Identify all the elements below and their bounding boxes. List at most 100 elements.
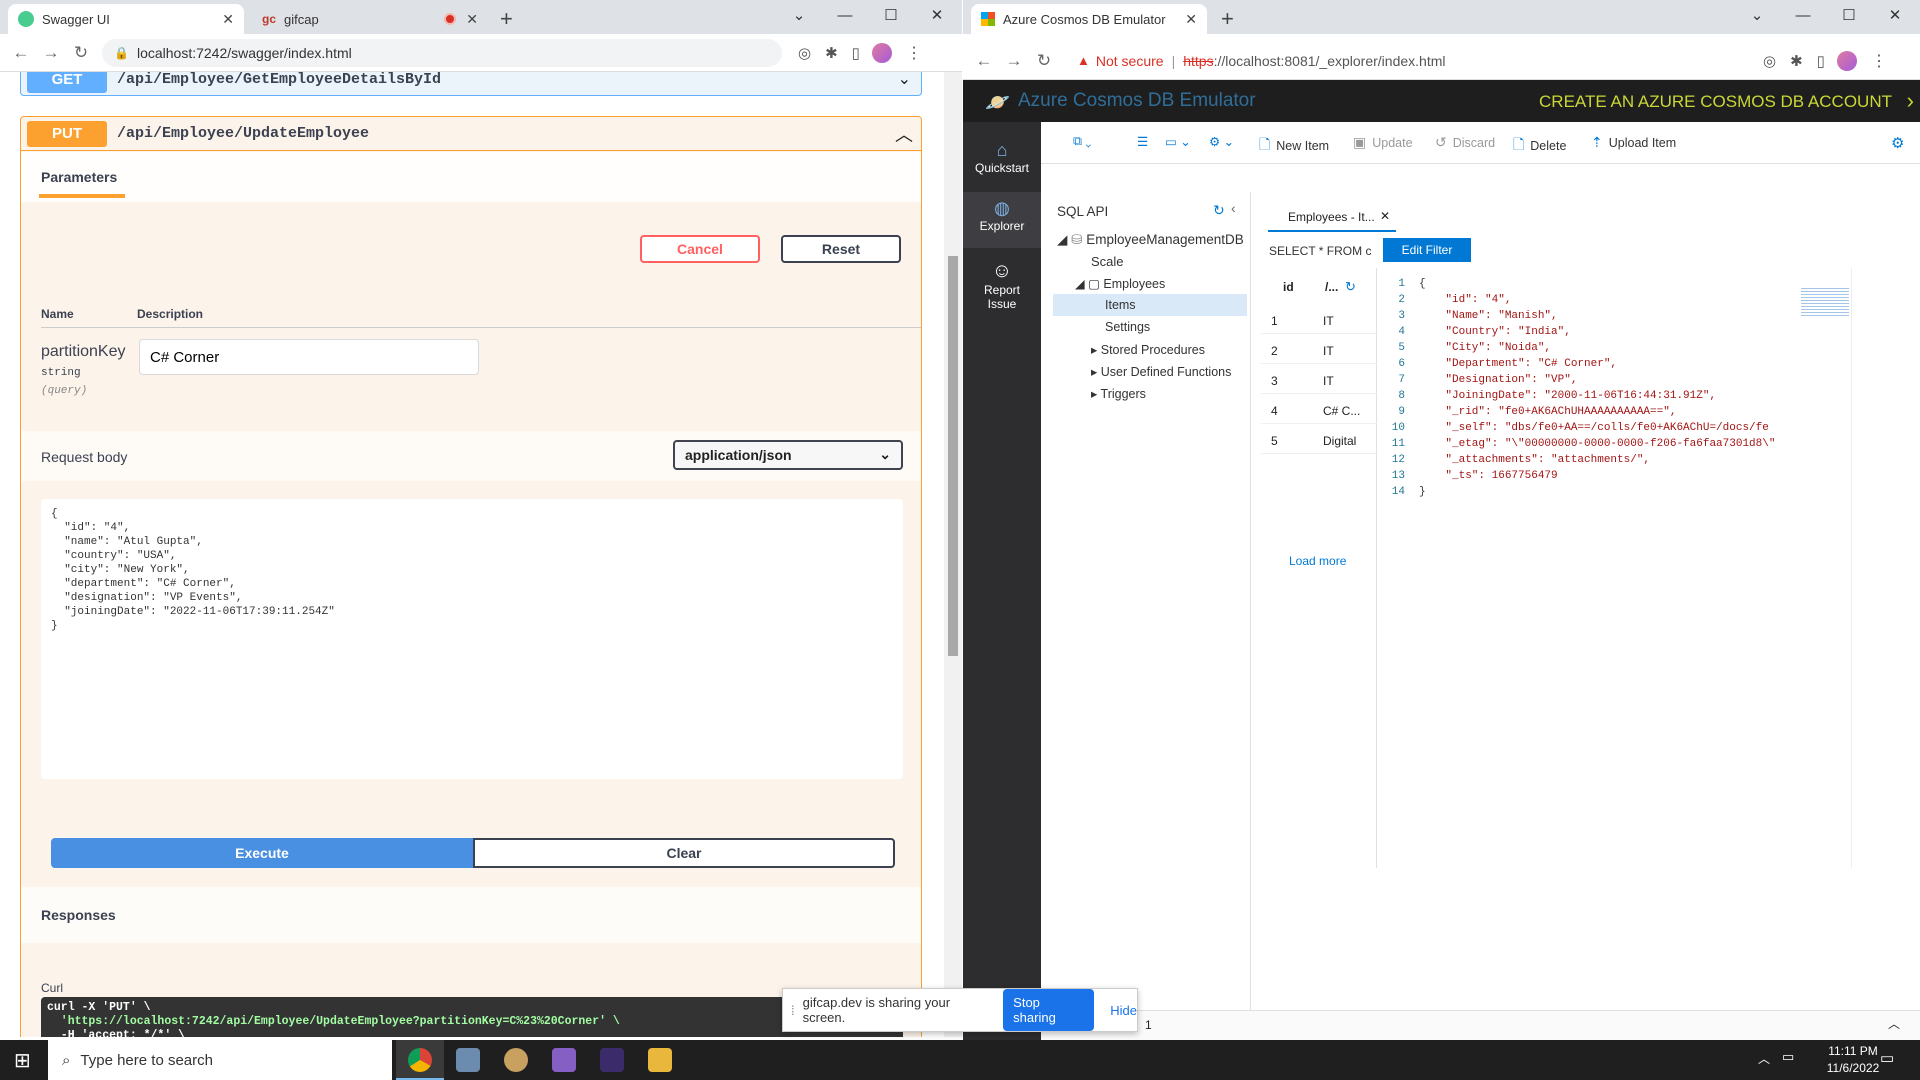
tab-gifcap[interactable]: gc gifcap ✕ bbox=[252, 4, 488, 34]
partition-key-input[interactable] bbox=[139, 339, 479, 375]
settings-gear-dropdown-icon[interactable]: ⚙ ⌄ bbox=[1209, 134, 1234, 149]
minimize-icon[interactable]: — bbox=[822, 0, 868, 32]
chrome-icon[interactable] bbox=[408, 1048, 432, 1072]
back-icon[interactable]: ← bbox=[6, 43, 36, 63]
drag-handle-icon[interactable]: ⁞ bbox=[791, 1003, 795, 1018]
maximize-icon[interactable]: ☐ bbox=[1826, 0, 1872, 32]
chevron-right-icon[interactable]: › bbox=[1907, 88, 1914, 114]
reload-icon[interactable]: ↻ bbox=[1029, 51, 1059, 71]
get-operation[interactable]: GET /api/Employee/GetEmployeeDetailsById… bbox=[20, 72, 922, 96]
maximize-icon[interactable]: ☐ bbox=[868, 0, 914, 32]
visual-studio-icon[interactable] bbox=[552, 1048, 576, 1072]
refresh-icon[interactable]: ↻ bbox=[1213, 202, 1225, 219]
extension-icon[interactable]: ◎ bbox=[1763, 52, 1776, 70]
back-icon[interactable]: ← bbox=[969, 51, 999, 71]
documents-tab[interactable]: Employees - It... ✕ bbox=[1268, 204, 1396, 232]
reset-button[interactable]: Reset bbox=[781, 235, 901, 263]
sidepanel-icon[interactable]: ▯ bbox=[1817, 52, 1825, 70]
scrollbar[interactable] bbox=[944, 72, 962, 1037]
sidepanel-icon[interactable]: ▯ bbox=[852, 44, 860, 62]
open-query-icon[interactable]: ▭ ⌄ bbox=[1165, 134, 1191, 149]
tab-search-icon[interactable]: ⌄ bbox=[1734, 0, 1780, 32]
chevron-up-icon[interactable]: ︿ bbox=[895, 121, 913, 147]
tab-cosmos[interactable]: Azure Cosmos DB Emulator ✕ bbox=[971, 4, 1207, 34]
file-explorer-icon[interactable] bbox=[648, 1048, 672, 1072]
menu-icon[interactable]: ⋮ bbox=[906, 43, 922, 63]
extension-icon[interactable]: ◎ bbox=[798, 44, 811, 62]
notepad-icon[interactable] bbox=[456, 1048, 480, 1072]
hide-button[interactable]: Hide bbox=[1110, 1003, 1137, 1018]
close-icon[interactable]: ✕ bbox=[1380, 209, 1390, 223]
new-query-icon[interactable]: ☰ bbox=[1137, 134, 1148, 149]
cancel-button[interactable]: Cancel bbox=[640, 235, 760, 263]
scrollbar-thumb[interactable] bbox=[948, 256, 958, 656]
content-type-select[interactable]: application/json ⌄ bbox=[673, 440, 903, 470]
settings-icon[interactable]: ⚙ bbox=[1891, 134, 1904, 152]
collapse-icon[interactable]: ‹ bbox=[1231, 200, 1236, 216]
reload-icon[interactable]: ↻ bbox=[66, 43, 96, 63]
tree-database[interactable]: ◢ ⛁ EmployeeManagementDB bbox=[1057, 232, 1244, 248]
rail-report-issue[interactable]: ☺ Report Issue bbox=[963, 260, 1041, 311]
new-tab-icon[interactable]: + bbox=[500, 6, 513, 32]
close-window-icon[interactable]: ✕ bbox=[1872, 0, 1918, 32]
windows-start-icon[interactable]: ⊞ bbox=[14, 1048, 31, 1073]
chevron-up-icon[interactable]: ︿ bbox=[1888, 1015, 1900, 1032]
tree-items-selected[interactable] bbox=[1053, 294, 1247, 316]
avatar[interactable] bbox=[872, 43, 892, 63]
forward-icon[interactable]: → bbox=[36, 43, 66, 63]
tab-search-icon[interactable]: ⌄ bbox=[776, 0, 822, 32]
tree-container[interactable]: ◢ ▢ Employees bbox=[1075, 276, 1165, 291]
update-button[interactable]: ▣Update bbox=[1353, 134, 1413, 151]
tree-settings[interactable]: Settings bbox=[1105, 320, 1150, 334]
editor-scrollbar[interactable] bbox=[1851, 268, 1865, 868]
puzzle-icon[interactable]: ✱ bbox=[825, 44, 838, 62]
tree-scale[interactable]: Scale bbox=[1091, 254, 1124, 269]
notification-icon[interactable]: ▭ bbox=[1880, 1049, 1894, 1067]
table-row[interactable]: 5Digital bbox=[1261, 428, 1377, 454]
rail-quickstart[interactable]: ⌂ Quickstart bbox=[963, 140, 1041, 175]
clear-button[interactable]: Clear bbox=[473, 838, 895, 868]
close-icon[interactable]: ✕ bbox=[1185, 11, 1197, 28]
paint-icon[interactable] bbox=[504, 1048, 528, 1072]
stop-sharing-button[interactable]: Stop sharing bbox=[1003, 989, 1094, 1031]
table-row[interactable]: 1IT bbox=[1261, 308, 1377, 334]
discard-button[interactable]: ↺Discard bbox=[1435, 134, 1495, 151]
chevron-down-icon[interactable]: ⌄ bbox=[898, 72, 911, 89]
table-row[interactable]: 4C# C... bbox=[1261, 398, 1377, 424]
close-icon[interactable]: ✕ bbox=[222, 11, 234, 28]
edit-filter-button[interactable]: Edit Filter bbox=[1383, 238, 1471, 262]
tree-items[interactable]: Items bbox=[1105, 298, 1136, 312]
request-body-editor[interactable]: { "id": "4", "name": "Atul Gupta", "coun… bbox=[41, 499, 903, 779]
menu-icon[interactable]: ⋮ bbox=[1871, 51, 1887, 71]
tree-udfs[interactable]: ▸ User Defined Functions bbox=[1091, 364, 1231, 379]
table-row[interactable]: 2IT bbox=[1261, 338, 1377, 364]
tab-swagger-ui[interactable]: Swagger UI ✕ bbox=[8, 4, 244, 34]
new-container-icon[interactable]: ⧉ ⌄ bbox=[1073, 134, 1091, 149]
load-more-link[interactable]: Load more bbox=[1289, 554, 1346, 568]
minimize-icon[interactable]: — bbox=[1780, 0, 1826, 32]
put-summary[interactable]: PUT /api/Employee/UpdateEmployee ︿ bbox=[21, 117, 921, 151]
table-row[interactable]: 3IT bbox=[1261, 368, 1377, 394]
tray-chevron-icon[interactable]: ︿ bbox=[1758, 1050, 1770, 1067]
rail-explorer[interactable]: ◍ Explorer bbox=[963, 192, 1041, 248]
close-icon[interactable]: ✕ bbox=[466, 11, 478, 28]
create-account-link[interactable]: CREATE AN AZURE COSMOS DB ACCOUNT bbox=[1539, 92, 1892, 112]
puzzle-icon[interactable]: ✱ bbox=[1790, 52, 1803, 70]
tree-triggers[interactable]: ▸ Triggers bbox=[1091, 386, 1146, 401]
network-icon[interactable]: ▭ bbox=[1782, 1049, 1794, 1065]
refresh-icon[interactable]: ↻ bbox=[1345, 279, 1356, 295]
tab-parameters[interactable]: Parameters bbox=[41, 169, 117, 185]
tree-stored-procedures[interactable]: ▸ Stored Procedures bbox=[1091, 342, 1205, 357]
url-field[interactable]: ▲ Not secure | https ://localhost:8081/_… bbox=[1065, 47, 1745, 75]
new-item-button[interactable]: 🗋New Item bbox=[1259, 134, 1329, 158]
close-window-icon[interactable]: ✕ bbox=[914, 0, 960, 32]
avatar[interactable] bbox=[1837, 51, 1857, 71]
delete-button[interactable]: 🗋Delete bbox=[1513, 134, 1566, 158]
taskbar-search[interactable]: ⌕ Type here to search bbox=[48, 1040, 392, 1080]
terminal-icon[interactable] bbox=[600, 1048, 624, 1072]
json-editor[interactable]: 1{2 "id": "4",3 "Name": "Manish",4 "Coun… bbox=[1381, 268, 1901, 868]
upload-item-button[interactable]: ⇡Upload Item bbox=[1591, 134, 1676, 151]
execute-button[interactable]: Execute bbox=[51, 838, 473, 868]
url-field[interactable]: 🔒 localhost:7242/swagger/index.html bbox=[102, 39, 782, 67]
new-tab-icon[interactable]: + bbox=[1221, 6, 1234, 32]
